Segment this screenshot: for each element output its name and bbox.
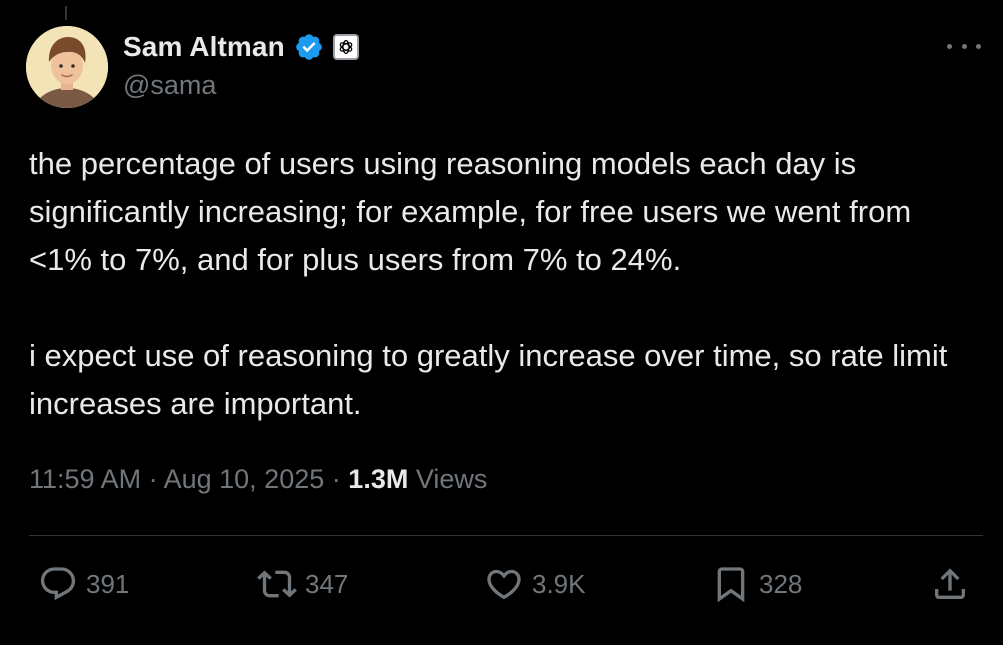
more-options-icon[interactable]: [947, 34, 981, 58]
tweet-body: the percentage of users using reasoning …: [29, 140, 979, 428]
repost-button[interactable]: 347: [257, 564, 348, 604]
avatar[interactable]: [26, 26, 108, 108]
share-icon: [935, 568, 965, 599]
tweet-paragraph: the percentage of users using reasoning …: [29, 146, 912, 277]
avatar-illustration: [26, 26, 108, 108]
share-button[interactable]: [930, 564, 970, 604]
verified-badge-icon[interactable]: [294, 32, 324, 62]
author-handle[interactable]: @sama: [123, 70, 216, 101]
thread-connector-line: [65, 6, 67, 20]
author-name-row: Sam Altman: [123, 28, 359, 66]
meta-separator: ·: [331, 464, 341, 494]
repost-icon: [257, 570, 297, 598]
views-count: 1.3M: [348, 464, 409, 494]
bookmark-button[interactable]: 328: [711, 564, 802, 604]
reply-icon: [40, 567, 76, 601]
action-divider: [29, 535, 983, 536]
heart-icon: [487, 569, 521, 600]
reply-count: 391: [86, 568, 130, 599]
reply-button[interactable]: 391: [38, 564, 129, 604]
like-count: 3.9K: [532, 568, 586, 599]
repost-count: 347: [305, 568, 349, 599]
bookmark-icon: [717, 567, 745, 603]
tweet-paragraph: i expect use of reasoning to greatly inc…: [29, 338, 948, 421]
like-button[interactable]: 3.9K: [484, 564, 586, 604]
views-label: Views: [415, 464, 488, 494]
openai-logo-icon[interactable]: [332, 34, 359, 60]
tweet-date[interactable]: Aug 10, 2025: [164, 464, 325, 494]
meta-separator: ·: [148, 464, 158, 494]
tweet-meta: 11:59 AM · Aug 10, 2025 · 1.3M Views: [29, 464, 487, 495]
bookmark-count: 328: [759, 568, 803, 599]
author-display-name[interactable]: Sam Altman: [123, 31, 285, 63]
tweet-time[interactable]: 11:59 AM: [29, 464, 141, 494]
